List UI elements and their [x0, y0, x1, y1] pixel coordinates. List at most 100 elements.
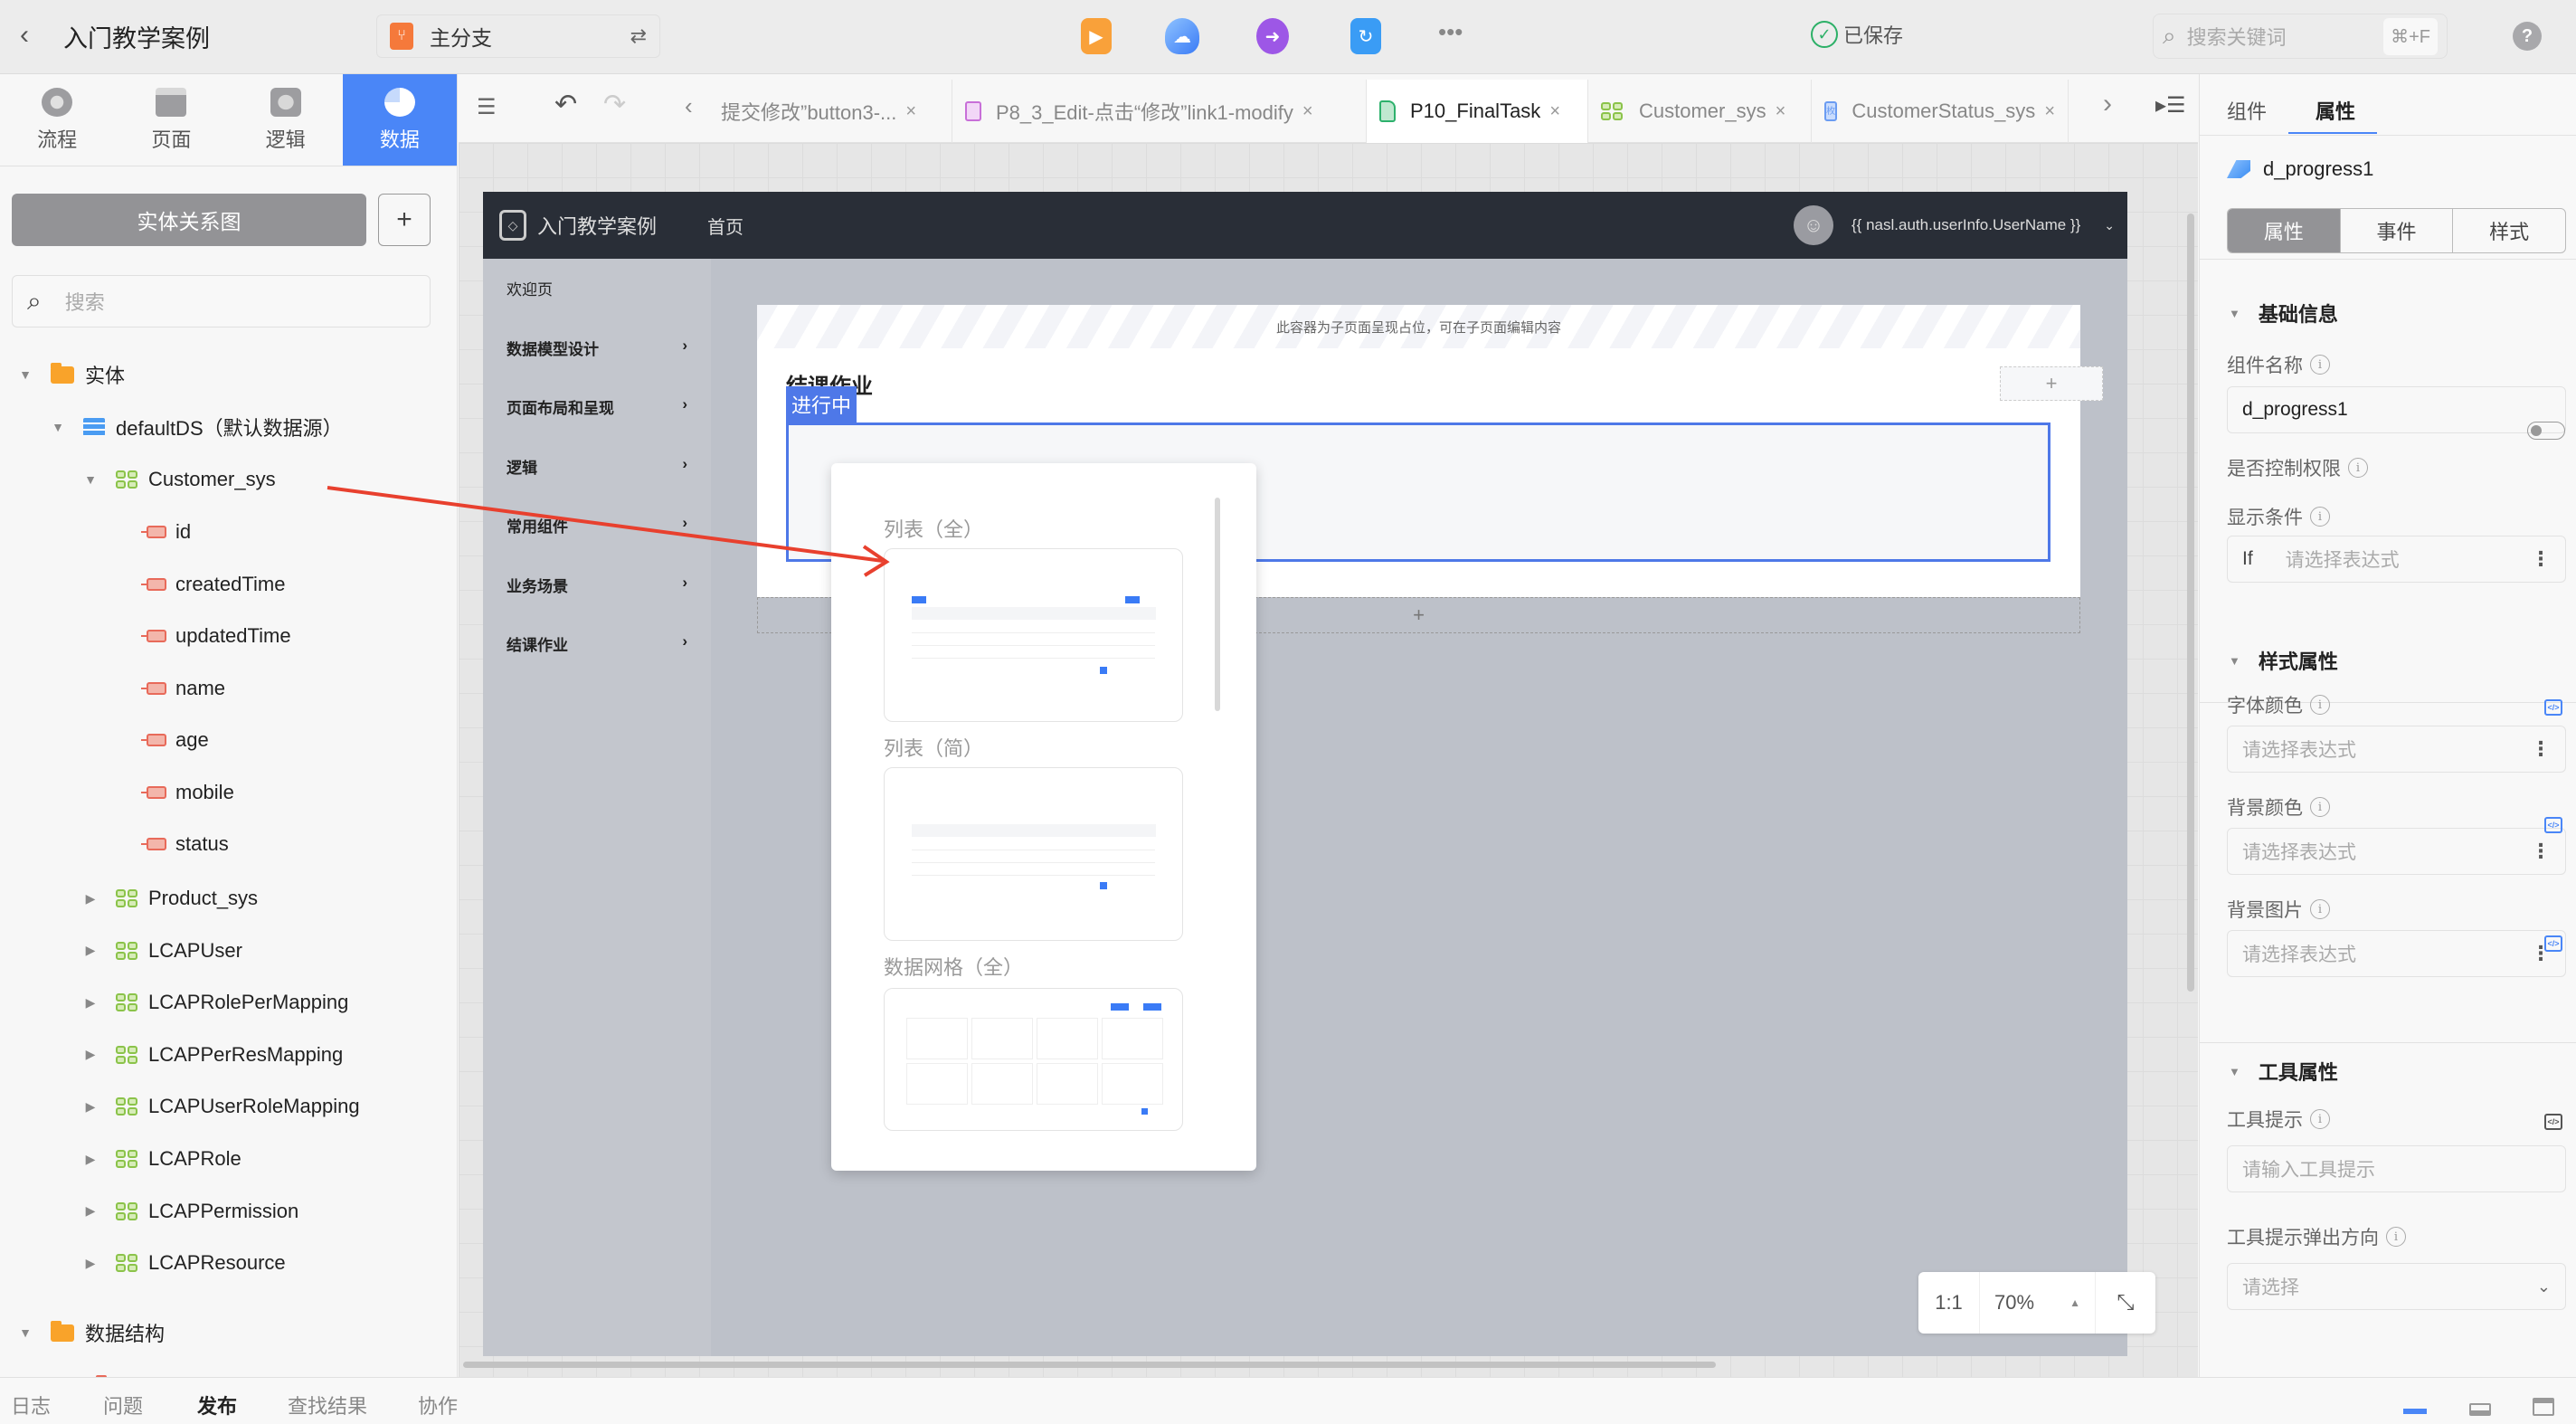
tree-entity[interactable]: ▶ LCAPUser: [81, 933, 242, 969]
popup-scrollbar[interactable]: [1215, 498, 1220, 711]
tree-field[interactable]: createdTime: [141, 566, 285, 603]
bg-color-input[interactable]: 请选择表达式 ⋮: [2227, 828, 2566, 875]
close-icon[interactable]: ×: [905, 101, 916, 122]
component-name-input[interactable]: d_progress1: [2227, 386, 2566, 433]
preview-nav-item[interactable]: 数据模型设计 ›: [507, 337, 687, 359]
template-list-full[interactable]: [884, 548, 1183, 722]
bottom-tab[interactable]: 查找结果: [288, 1391, 367, 1419]
tooltip-input[interactable]: 请输入工具提示: [2227, 1145, 2566, 1192]
segment-properties[interactable]: 属性: [2228, 209, 2341, 252]
info-icon[interactable]: i: [2310, 797, 2330, 817]
code-binding-icon[interactable]: </>: [2544, 699, 2562, 716]
bottom-tab[interactable]: 协作: [418, 1391, 458, 1419]
tree-entity[interactable]: ▶ Product_sys: [81, 880, 258, 916]
tree-entity[interactable]: ▶ LCAPRolePerMapping: [81, 984, 349, 1021]
bottom-tab[interactable]: 日志: [11, 1391, 51, 1419]
file-tab[interactable]: 提交修改”button3-... ×: [708, 80, 952, 143]
bottom-tab[interactable]: 发布: [197, 1391, 237, 1419]
caret-down-icon[interactable]: ▼: [16, 367, 34, 382]
font-color-input[interactable]: 请选择表达式 ⋮: [2227, 726, 2566, 773]
canvas-vertical-scrollbar[interactable]: [2187, 214, 2194, 992]
bottom-tab[interactable]: 问题: [103, 1391, 143, 1419]
section-basic-info[interactable]: ▼ 基础信息: [2229, 299, 2338, 328]
tree-folder-structures[interactable]: ▼ 数据结构: [16, 1315, 165, 1351]
cloud-deploy-icon[interactable]: ☁: [1165, 18, 1199, 54]
collapse-sidebar-icon[interactable]: ☰: [477, 94, 497, 120]
preview-nav-item[interactable]: 业务场景 ›: [507, 574, 687, 596]
tree-entity[interactable]: ▶ LCAPRole: [81, 1141, 242, 1177]
caret-down-icon[interactable]: ▼: [81, 472, 99, 487]
file-tab-active[interactable]: P10_FinalTask ×: [1367, 80, 1588, 143]
layout-maximize-icon[interactable]: [2533, 1398, 2554, 1416]
more-vertical-icon[interactable]: ⋮: [2531, 547, 2551, 571]
add-button[interactable]: +: [378, 194, 431, 246]
undo-icon[interactable]: ↶: [554, 89, 577, 120]
more-icon[interactable]: •••: [1438, 18, 1463, 46]
fit-screen-icon[interactable]: ⤡: [2096, 1272, 2155, 1334]
redo-icon[interactable]: ↷: [603, 89, 626, 120]
info-icon[interactable]: i: [2310, 355, 2330, 375]
tree-search-input[interactable]: ⌕ 搜索: [12, 275, 431, 328]
section-style[interactable]: ▼ 样式属性: [2229, 646, 2338, 675]
file-tab[interactable]: 枚 CustomerStatus_sys ×: [1812, 80, 2069, 143]
info-icon[interactable]: i: [2348, 458, 2368, 478]
layout-minimize-icon[interactable]: [2403, 1409, 2427, 1414]
tabs-scroll-left-icon[interactable]: ‹: [685, 92, 693, 120]
info-icon[interactable]: i: [2310, 507, 2330, 527]
swap-icon[interactable]: ⇄: [630, 24, 647, 48]
more-vertical-icon[interactable]: ⋮: [2531, 840, 2551, 863]
entity-relationship-button[interactable]: 实体关系图: [12, 194, 366, 246]
keyword-search-input[interactable]: ⌕ 搜索关键词 ⌘+F: [2153, 14, 2448, 59]
tree-entity[interactable]: ▶ LCAPPermission: [81, 1193, 299, 1229]
tree-entity[interactable]: ▶ LCAPUserRoleMapping: [81, 1088, 360, 1125]
caret-right-icon[interactable]: ▶: [81, 1099, 99, 1115]
preview-nav-item[interactable]: 常用组件 ›: [507, 514, 687, 536]
back-chevron-icon[interactable]: ‹: [20, 20, 29, 51]
segment-styles[interactable]: 样式: [2453, 209, 2565, 252]
bg-image-input[interactable]: 请选择表达式 ⋮: [2227, 930, 2566, 977]
tab-components[interactable]: 组件: [2227, 96, 2267, 125]
permission-toggle[interactable]: [2527, 422, 2565, 440]
segment-events[interactable]: 事件: [2341, 209, 2454, 252]
caret-right-icon[interactable]: ▶: [81, 943, 99, 958]
tree-field[interactable]: updatedTime: [141, 618, 291, 654]
tree-field[interactable]: mobile: [141, 774, 234, 811]
chevron-down-icon[interactable]: ⌄: [2104, 218, 2115, 233]
caret-right-icon[interactable]: ▶: [81, 1203, 99, 1219]
layout-half-icon[interactable]: [2469, 1403, 2491, 1416]
tree-folder-entities[interactable]: ▼ 实体: [16, 356, 125, 393]
section-tool[interactable]: ▼ 工具属性: [2229, 1057, 2338, 1086]
caret-right-icon[interactable]: ▶: [81, 891, 99, 907]
avatar[interactable]: ☺: [1794, 205, 1833, 245]
tree-entity[interactable]: ▶ LCAPPerResMapping: [81, 1037, 344, 1073]
code-binding-icon[interactable]: </>: [2544, 817, 2562, 833]
preview-nav-item[interactable]: 结课作业 ›: [507, 632, 687, 655]
tab-list-menu-icon[interactable]: ▸☰: [2155, 92, 2186, 119]
more-vertical-icon[interactable]: ⋮: [2531, 737, 2551, 761]
preview-play-icon[interactable]: ▶: [1081, 18, 1112, 54]
zoom-reset-button[interactable]: 1:1: [1918, 1272, 1980, 1334]
branch-selector[interactable]: ⑂ 主分支 ⇄: [376, 14, 660, 58]
caret-down-icon[interactable]: ▼: [16, 1325, 34, 1340]
tree-field[interactable]: id: [141, 514, 191, 550]
condition-expression-input[interactable]: If 请选择表达式 ⋮: [2227, 536, 2566, 583]
tabs-scroll-right-icon[interactable]: ›: [2103, 89, 2112, 119]
mode-tab-logic[interactable]: 逻辑: [229, 74, 343, 166]
close-icon[interactable]: ×: [1776, 101, 1786, 122]
caret-down-icon[interactable]: ▼: [49, 420, 67, 434]
mode-tab-flow[interactable]: 流程: [0, 74, 114, 166]
close-icon[interactable]: ×: [1302, 101, 1313, 122]
help-icon[interactable]: ?: [2513, 22, 2542, 51]
publish-arrow-icon[interactable]: ➜: [1256, 18, 1289, 54]
file-tab[interactable]: Customer_sys ×: [1588, 80, 1812, 143]
tree-entity[interactable]: ▶ LCAPResource: [81, 1245, 286, 1281]
template-list-simple[interactable]: [884, 767, 1183, 941]
template-data-grid[interactable]: [884, 988, 1183, 1131]
selected-component-tag[interactable]: 进行中: [786, 386, 857, 422]
card-add-slot[interactable]: +: [2000, 366, 2103, 401]
caret-right-icon[interactable]: ▶: [81, 995, 99, 1011]
tab-properties[interactable]: 属性: [2316, 96, 2355, 125]
caret-right-icon[interactable]: ▶: [81, 1256, 99, 1271]
close-icon[interactable]: ×: [2044, 101, 2055, 122]
tree-field[interactable]: status: [141, 826, 229, 862]
